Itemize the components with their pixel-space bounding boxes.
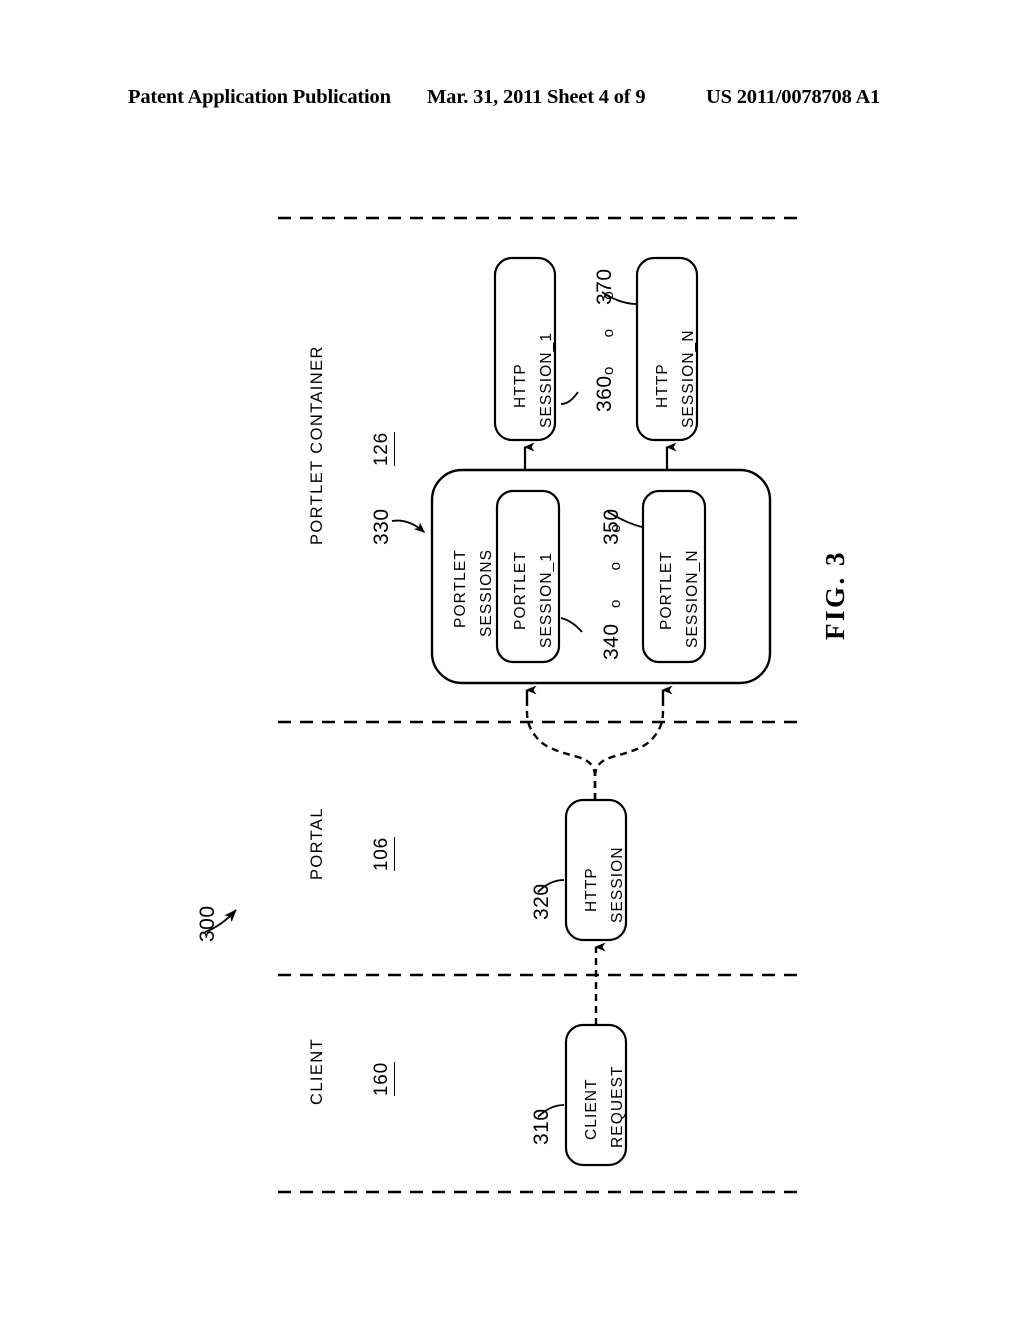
branch-http-session-to-container [525, 697, 665, 800]
client-request-label-line1: CLIENT [583, 1078, 600, 1140]
http-session-label-line1: HTTP [583, 867, 600, 912]
lane-number-portlet-container: 126 [352, 432, 396, 475]
http-session-label-line2: SESSION [609, 846, 626, 923]
ref-number-360: 360 [593, 375, 616, 412]
ellipsis-http-sessions: o o o [600, 284, 617, 375]
ref-number-310: 310 [530, 1108, 553, 1145]
portlet-session-1-label-line2: SESSION_1 [538, 551, 555, 648]
portlet-session-n-label-line1: PORTLET [658, 551, 675, 630]
lane-number-portal: 106 [352, 837, 396, 880]
leader-360 [560, 391, 579, 405]
http-session-n-label-line1: HTTP [654, 363, 671, 408]
portlet-session-1-label-line1: PORTLET [512, 551, 529, 630]
ellipsis-portlet-sessions: o o o [607, 517, 624, 608]
ref-number-300: 300 [196, 905, 219, 942]
lane-label-client: CLIENT [308, 1037, 326, 1105]
leader-330 [391, 519, 426, 533]
figure-3-diagram [0, 0, 1024, 1320]
portlet-session-n-label-line2: SESSION_N [684, 549, 701, 648]
figure-label: FIG. 3 [820, 549, 850, 640]
portlet-sessions-label-line2: SESSIONS [478, 548, 495, 637]
ref-number-330: 330 [370, 508, 393, 545]
portlet-sessions-label-line1: PORTLET [452, 549, 469, 628]
lane-label-portlet-container: PORTLET CONTAINER [308, 345, 326, 545]
client-request-label-line2: REQUEST [609, 1065, 626, 1148]
http-session-n-label-line2: SESSION_N [680, 329, 697, 428]
http-session-1-label-line2: SESSION_1 [538, 331, 555, 428]
ref-number-320: 320 [530, 883, 553, 920]
http-session-1-label-line1: HTTP [512, 363, 529, 408]
lane-label-portal: PORTAL [308, 807, 326, 880]
lane-number-client: 160 [352, 1062, 396, 1105]
ref-number-340: 340 [600, 623, 623, 660]
